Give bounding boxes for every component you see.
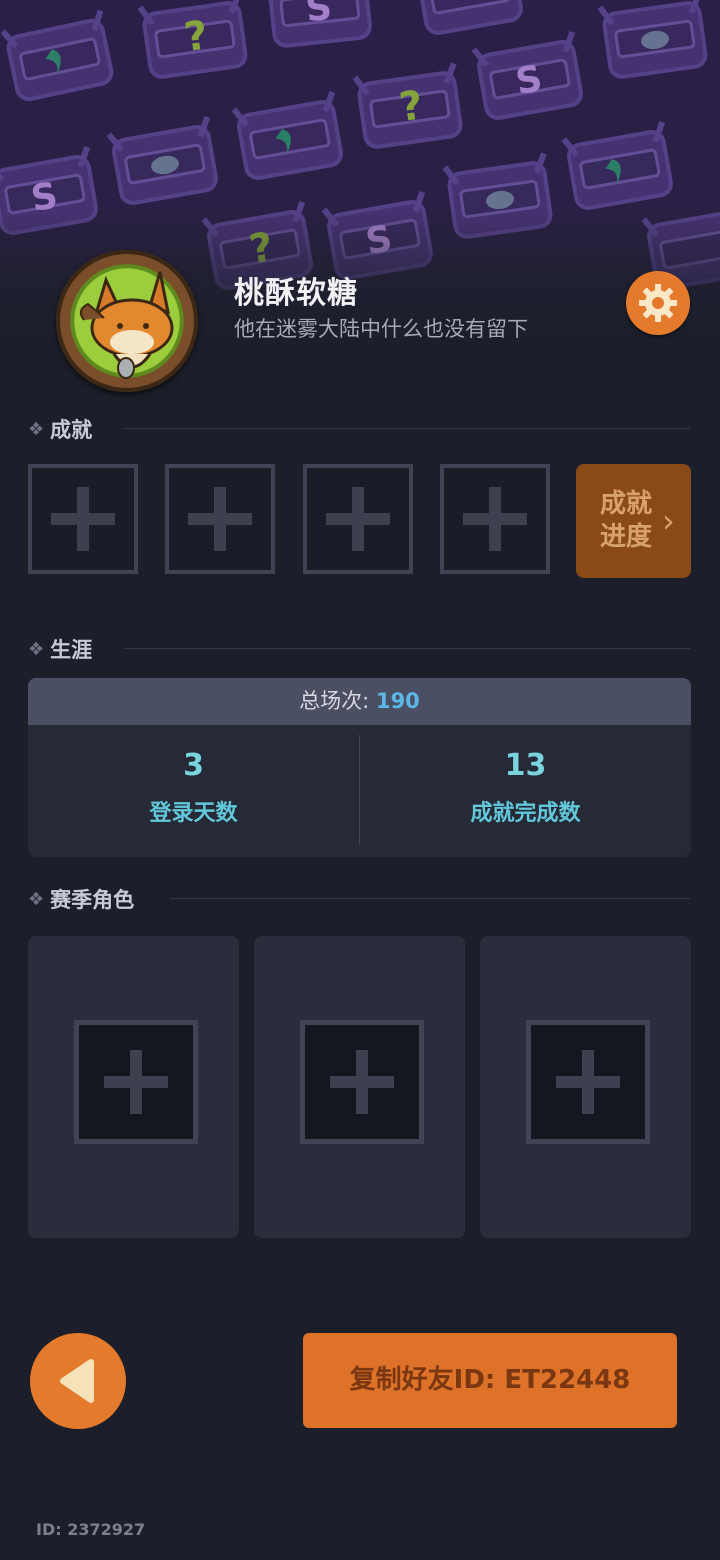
season-role-card-3[interactable]: [480, 936, 691, 1238]
settings-button[interactable]: [626, 271, 690, 335]
stat-achievements-completed: 13 成就完成数: [360, 748, 691, 827]
diamond-icon: ❖: [28, 638, 45, 660]
achievement-slot-4[interactable]: [440, 464, 550, 574]
stat-label: 成就完成数: [470, 801, 581, 826]
diamond-icon: ❖: [28, 888, 45, 910]
achievements-heading: ❖ 成就: [28, 414, 92, 444]
stat-label: 登录天数: [149, 801, 238, 826]
gear-icon: [639, 284, 677, 322]
diamond-icon: ❖: [28, 418, 45, 440]
avatar[interactable]: [56, 250, 198, 392]
stat-value: 13: [504, 748, 547, 783]
season-roles-heading: ❖ 赛季角色: [28, 884, 134, 914]
plus-icon: [330, 1050, 394, 1114]
total-matches-label: 总场次:: [299, 689, 376, 713]
achievement-progress-button[interactable]: 成就进度 ›: [576, 464, 691, 578]
achievement-progress-label: 成就进度: [600, 489, 653, 552]
copy-friend-id-button[interactable]: 复制好友ID: ET22448: [303, 1333, 677, 1428]
season-roles-title: 赛季角色: [50, 888, 135, 912]
back-button[interactable]: [30, 1333, 126, 1429]
user-bio: 他在迷雾大陆中什么也没有留下: [234, 317, 528, 341]
section-divider: [170, 898, 690, 899]
stat-login-days: 3 登录天数: [28, 748, 359, 827]
back-arrow-icon: [60, 1359, 94, 1403]
plus-icon: [188, 487, 252, 551]
plus-icon: [326, 487, 390, 551]
fox-avatar-icon: [79, 271, 174, 379]
plus-icon: [51, 487, 115, 551]
role-slot: [74, 1020, 198, 1144]
section-divider: [124, 648, 690, 649]
stat-value: 3: [183, 748, 204, 783]
achievement-slot-2[interactable]: [165, 464, 275, 574]
plus-icon: [104, 1050, 168, 1114]
total-matches-value: 190: [375, 689, 420, 713]
career-title: 生涯: [50, 638, 93, 662]
role-slot: [300, 1020, 424, 1144]
career-panel: 总场次: 190 3 登录天数 13 成就完成数: [28, 678, 691, 857]
plus-icon: [556, 1050, 620, 1114]
career-heading: ❖ 生涯: [28, 634, 92, 664]
achievement-slot-3[interactable]: [303, 464, 413, 574]
username: 桃酥软糖: [234, 276, 358, 311]
player-id: ID: 2372927: [36, 1520, 146, 1539]
role-slot: [526, 1020, 650, 1144]
total-matches: 总场次: 190: [28, 678, 691, 725]
achievement-slot-1[interactable]: [28, 464, 138, 574]
chevron-right-icon: ›: [662, 502, 675, 540]
season-role-card-2[interactable]: [254, 936, 465, 1238]
season-role-card-1[interactable]: [28, 936, 239, 1238]
section-divider: [124, 428, 690, 429]
achievements-title: 成就: [50, 418, 93, 442]
svg-text:S: S: [304, 0, 334, 30]
plus-icon: [463, 487, 527, 551]
